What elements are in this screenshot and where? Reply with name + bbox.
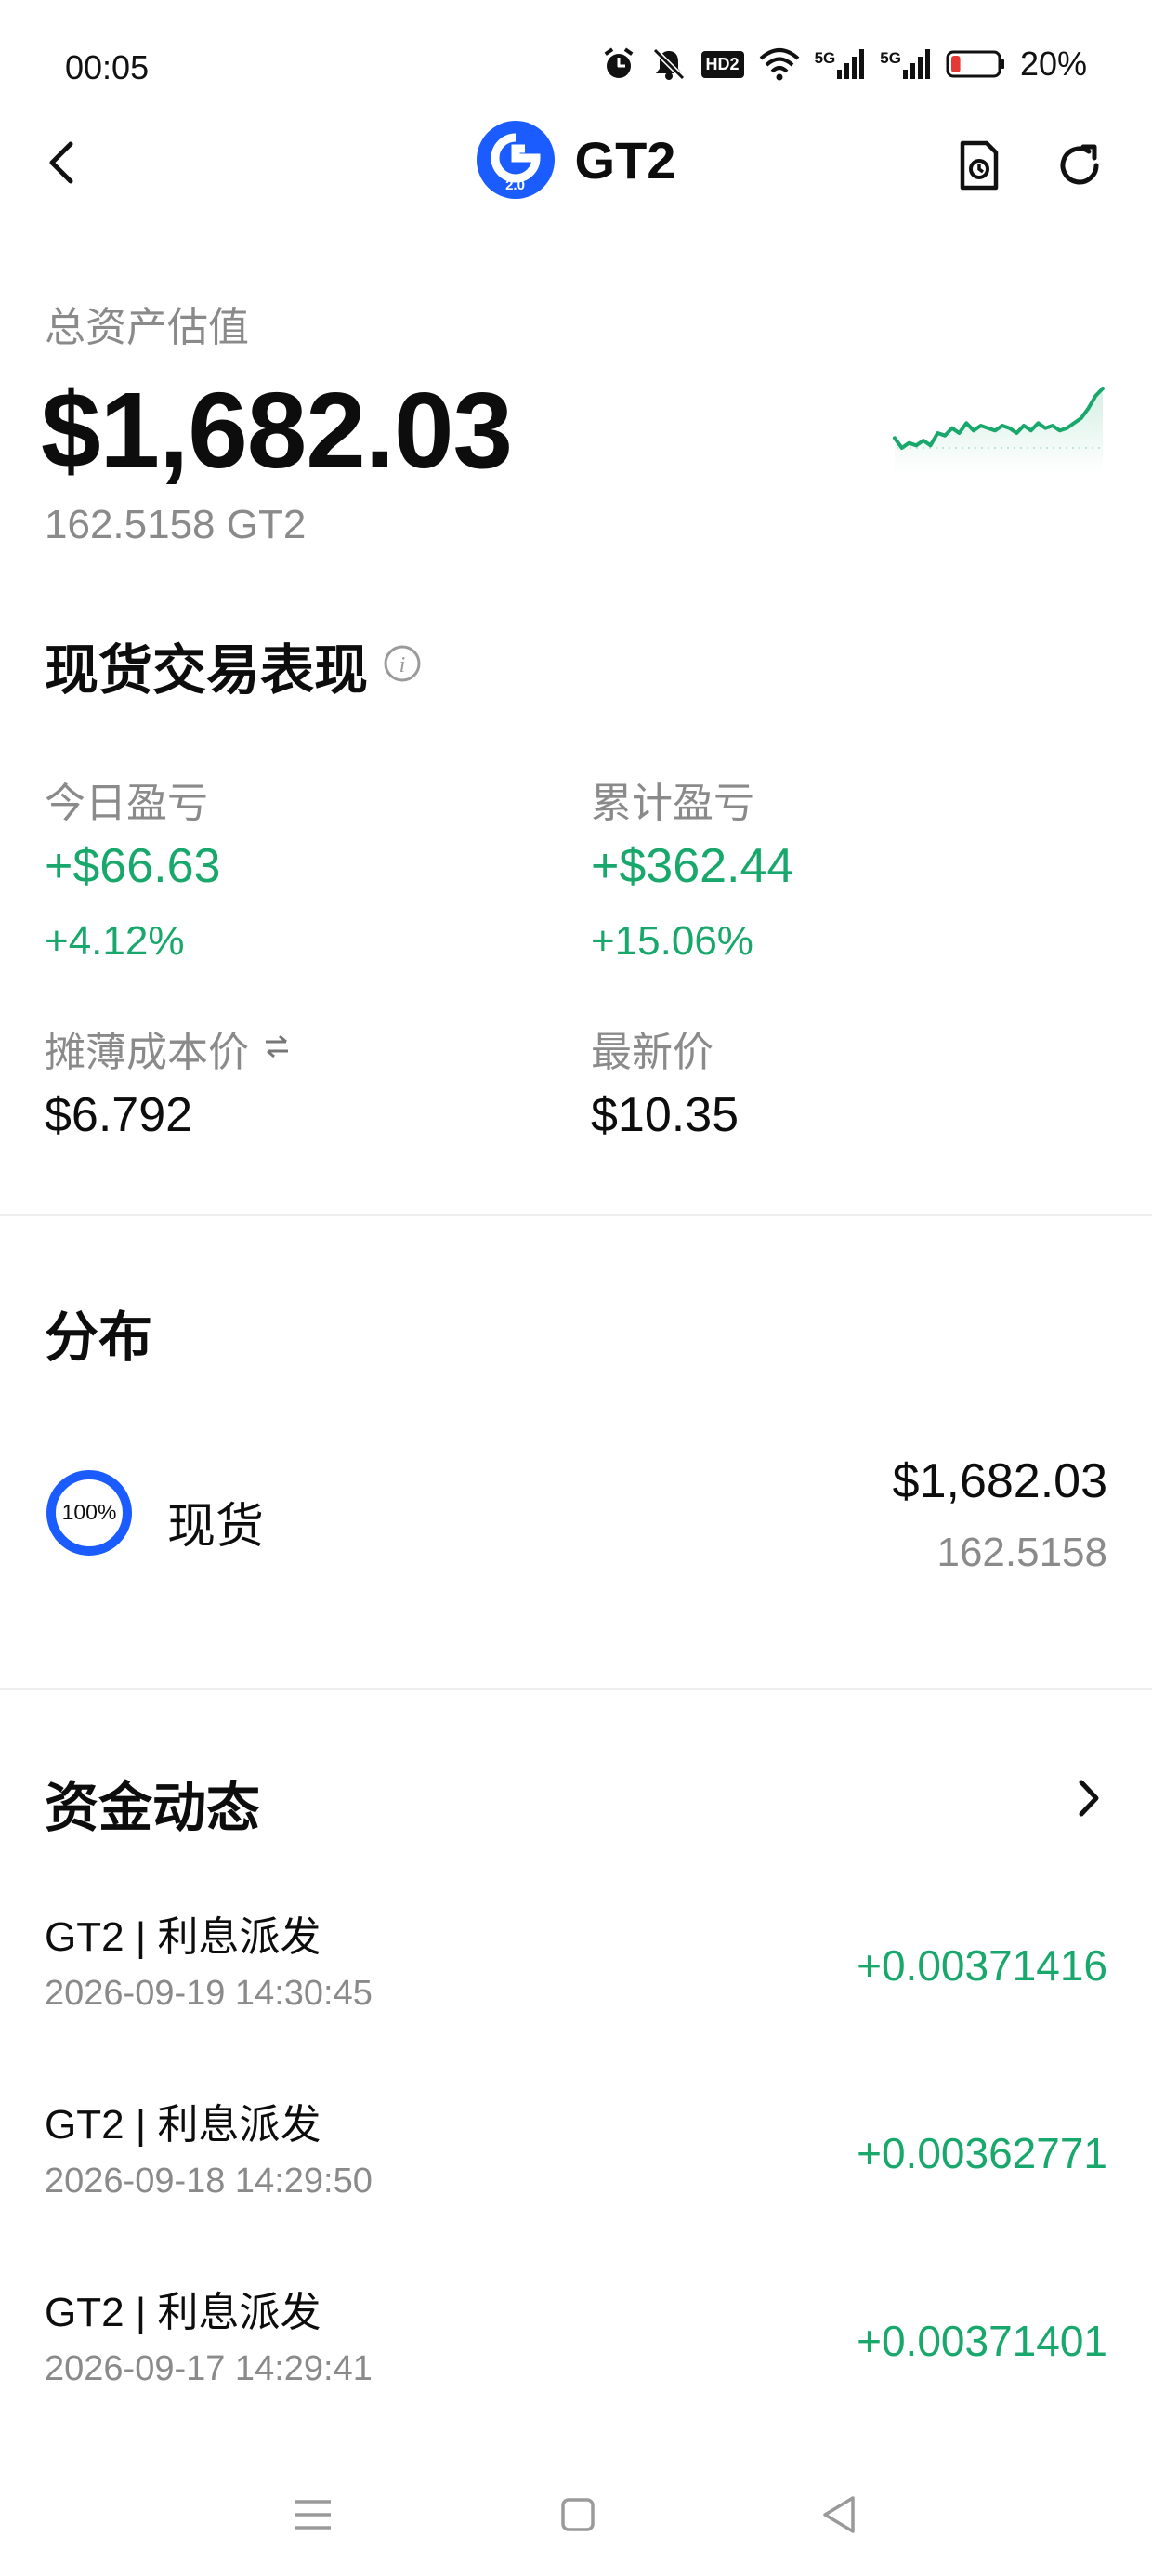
distribution-title: 分布 bbox=[45, 1308, 153, 1368]
latest-price-value: $10.35 bbox=[591, 1088, 740, 1142]
hd-icon: HD2 bbox=[700, 50, 744, 78]
latest-price-label: 最新价 bbox=[591, 1030, 713, 1075]
distribution-ring: 100% bbox=[45, 1468, 134, 1557]
status-bar: 00:05 HD2 5G 5G 20% bbox=[0, 0, 1152, 139]
signal-5g-icon: 5G bbox=[880, 49, 931, 79]
history-button[interactable] bbox=[953, 138, 1005, 193]
activity-header[interactable]: 资金动态 bbox=[0, 1756, 1152, 1840]
activity-row-date: 2026-09-17 14:29:41 bbox=[45, 2349, 373, 2388]
swap-icon bbox=[262, 1032, 292, 1066]
performance-title-row: 现货交易表现 i bbox=[45, 626, 422, 704]
system-nav-bar bbox=[0, 2472, 1152, 2565]
signal-5g-icon: 5G bbox=[815, 49, 866, 79]
today-pnl-pct: +4.12% bbox=[45, 918, 185, 964]
status-time: 00:05 bbox=[65, 48, 150, 86]
cost-price-value: $6.792 bbox=[45, 1088, 193, 1142]
cost-price-label-row[interactable]: 摊薄成本价 bbox=[45, 1019, 292, 1078]
divider bbox=[0, 1214, 1152, 1216]
activity-row-amount: +0.00371416 bbox=[857, 1941, 1107, 1990]
activity-row-date: 2026-09-18 14:29:50 bbox=[45, 2162, 373, 2201]
coin-badge: 2.0 bbox=[505, 177, 525, 193]
today-pnl-value: +$66.63 bbox=[45, 839, 221, 893]
history-icon bbox=[953, 140, 1005, 197]
total-pnl-label: 累计盈亏 bbox=[591, 781, 754, 826]
status-icons: HD2 5G 5G 20% bbox=[601, 45, 1087, 84]
total-label: 总资产估值 bbox=[45, 305, 249, 350]
svg-text:i: i bbox=[399, 653, 406, 677]
mute-icon bbox=[651, 46, 687, 82]
home-icon[interactable] bbox=[559, 2496, 596, 2538]
activity-row-amount: +0.00371401 bbox=[857, 2317, 1107, 2365]
refresh-icon bbox=[1052, 144, 1107, 197]
refresh-button[interactable] bbox=[1052, 138, 1107, 193]
price-sparkline bbox=[887, 381, 1110, 474]
activity-row-title: GT2 | 利息派发 bbox=[45, 1914, 321, 1960]
distribution-item-value: $1,682.03 bbox=[892, 1454, 1107, 1508]
today-pnl-label: 今日盈亏 bbox=[45, 781, 208, 826]
sparkline-area bbox=[895, 388, 1103, 474]
ring-percent: 100% bbox=[61, 1500, 117, 1524]
activity-row-title: GT2 | 利息派发 bbox=[45, 2290, 321, 2335]
battery-icon bbox=[946, 49, 1005, 79]
distribution-item-label: 现货 bbox=[167, 1500, 265, 1554]
menu-icon[interactable] bbox=[294, 2496, 333, 2538]
info-icon[interactable]: i bbox=[383, 644, 422, 688]
battery-percent: 20% bbox=[1019, 45, 1087, 83]
performance-title: 现货交易表现 bbox=[45, 640, 369, 701]
activity-row[interactable]: GT2 | 利息派发 2026-09-17 14:29:41 +0.003714… bbox=[0, 2279, 1152, 2418]
activity-row-title: GT2 | 利息派发 bbox=[45, 2102, 321, 2148]
distribution-item[interactable]: 100% 现货 $1,682.03 162.5158 bbox=[0, 1431, 1152, 1598]
divider bbox=[0, 1688, 1152, 1690]
activity-title: 资金动态 bbox=[45, 1778, 261, 1838]
activity-row[interactable]: GT2 | 利息派发 2026-09-19 14:30:45 +0.003714… bbox=[0, 1903, 1152, 2043]
chevron-right-icon bbox=[1070, 1775, 1107, 1826]
distribution-item-amount: 162.5158 bbox=[936, 1530, 1107, 1575]
activity-row[interactable]: GT2 | 利息派发 2026-09-18 14:29:50 +0.003627… bbox=[0, 2091, 1152, 2230]
sparkline-chart bbox=[893, 387, 1105, 474]
page-title: GT2 bbox=[574, 130, 676, 190]
activity-row-date: 2026-09-19 14:30:45 bbox=[45, 1974, 373, 2013]
total-value: $1,682.03 bbox=[41, 370, 513, 491]
total-sub: 162.5158 GT2 bbox=[45, 502, 307, 547]
total-pnl-pct: +15.06% bbox=[591, 918, 753, 964]
activity-row-amount: +0.00362771 bbox=[857, 2129, 1107, 2177]
total-pnl-value: +$362.44 bbox=[591, 839, 794, 893]
alarm-icon bbox=[601, 46, 636, 82]
wifi-icon bbox=[759, 47, 800, 81]
back-nav-icon[interactable] bbox=[819, 2494, 858, 2540]
cost-price-label: 摊薄成本价 bbox=[45, 1030, 249, 1075]
coin-logo: 2.0 bbox=[476, 121, 555, 199]
